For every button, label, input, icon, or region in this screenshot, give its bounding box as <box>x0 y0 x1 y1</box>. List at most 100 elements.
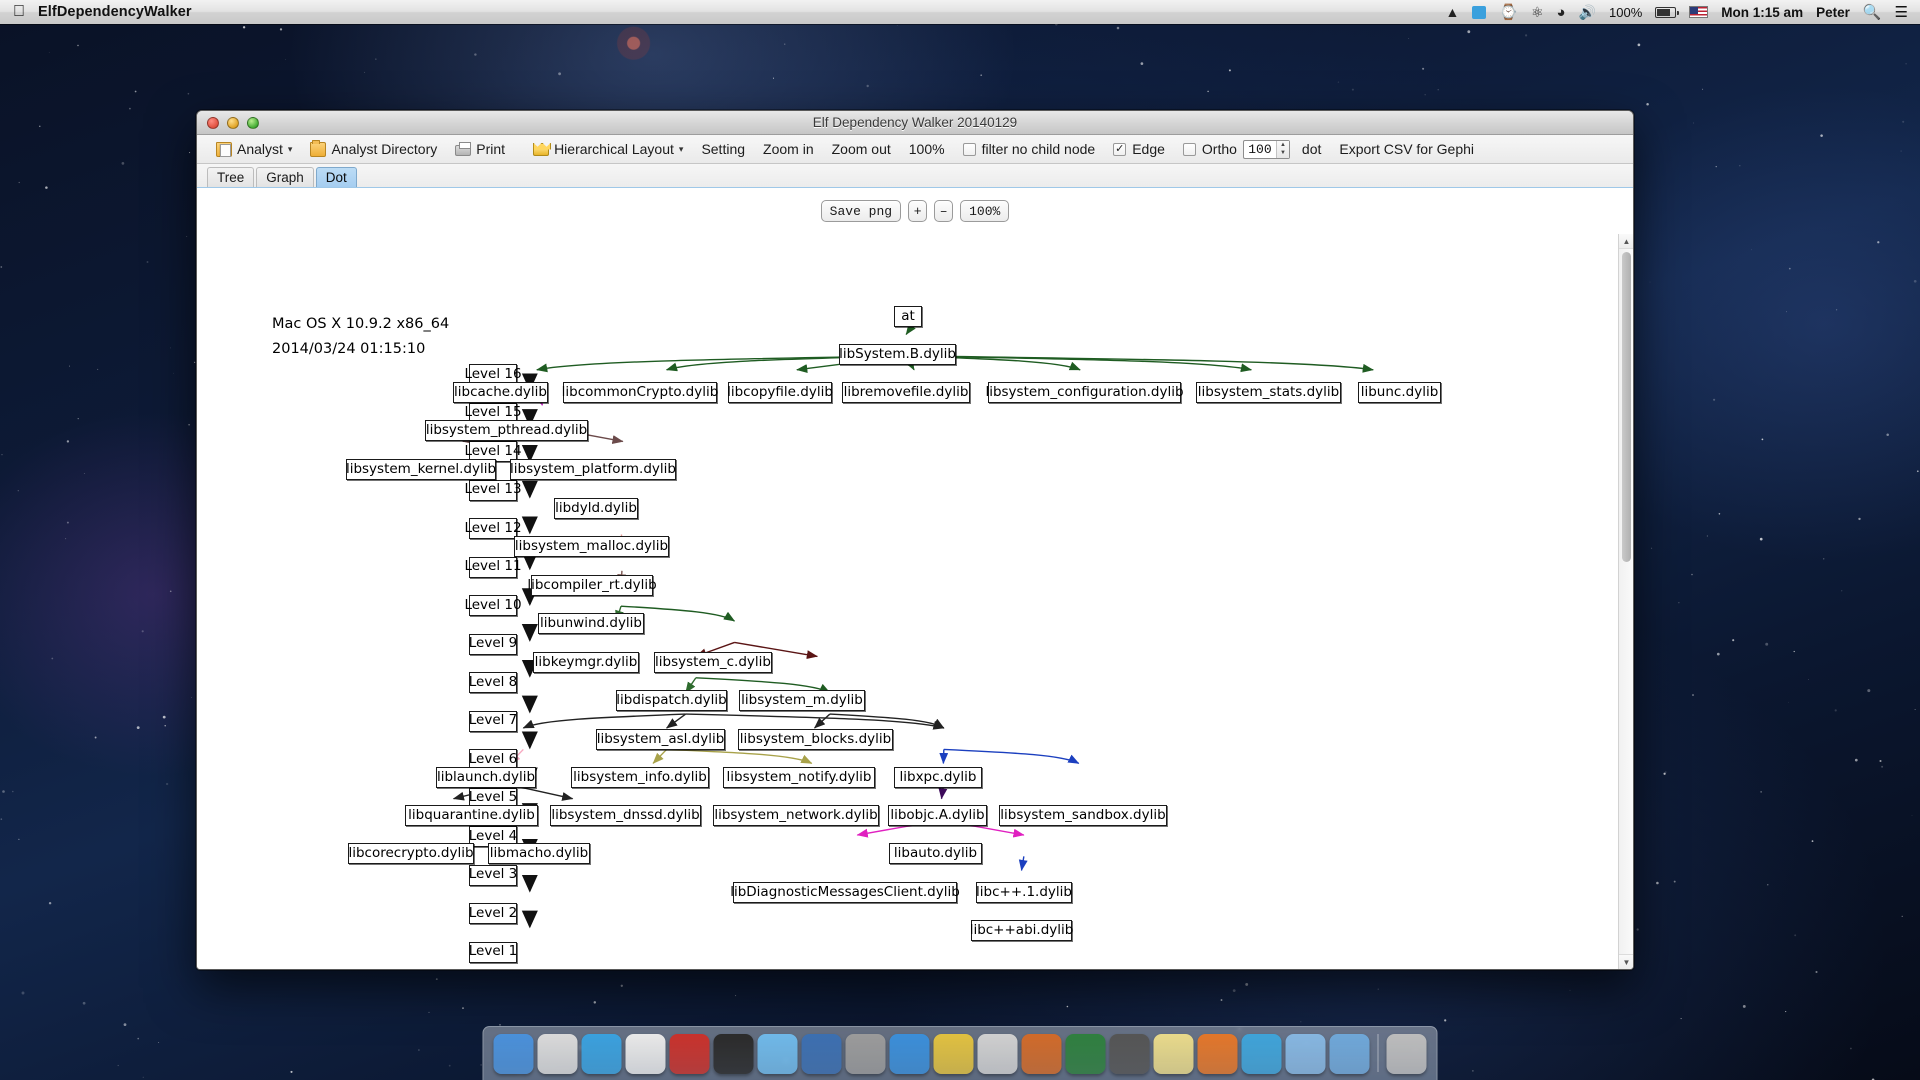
graph-node[interactable]: libc++abi.dylib <box>970 920 1073 941</box>
volume-icon[interactable]: 🔊 <box>1579 5 1596 19</box>
scrollbar-thumb[interactable] <box>1622 252 1631 562</box>
fz-icon[interactable] <box>669 1034 710 1074</box>
mail-icon[interactable] <box>757 1034 798 1074</box>
graph-node[interactable]: libsystem_configuration.dylib <box>985 382 1184 403</box>
messages-icon[interactable] <box>1472 5 1487 19</box>
analyst-directory-button[interactable]: Analyst Directory <box>301 135 446 164</box>
graph-node[interactable]: libcache.dylib <box>453 382 548 403</box>
preferences-icon[interactable] <box>845 1034 886 1074</box>
apple-menu-icon[interactable]:  <box>0 4 38 20</box>
graph-node[interactable]: libcommonCrypto.dylib <box>562 382 718 403</box>
battery-percent-label[interactable]: 100% <box>1609 6 1642 19</box>
ortho-value-input[interactable] <box>1243 140 1276 158</box>
graph-node[interactable]: libunwind.dylib <box>538 613 644 634</box>
screenshot-icon[interactable] <box>1109 1034 1150 1074</box>
graph-node[interactable]: libsystem_platform.dylib <box>510 459 676 480</box>
level-node[interactable]: Level 11 <box>464 556 522 578</box>
wifi-icon[interactable]: ◕ <box>1557 5 1566 20</box>
graph-node[interactable]: libsystem_pthread.dylib <box>425 420 588 441</box>
level-node[interactable]: Level 2 <box>469 903 517 924</box>
graph-node[interactable]: libxpc.dylib <box>894 767 982 788</box>
graph-node[interactable]: libsystem_c.dylib <box>654 652 772 673</box>
zoom-out-button[interactable]: Zoom out <box>823 141 900 157</box>
graph-node[interactable]: libunc.dylib <box>1358 382 1441 403</box>
level-node[interactable]: Level 3 <box>469 864 517 886</box>
graph-node[interactable]: libsystem_stats.dylib <box>1196 382 1341 403</box>
preview-icon[interactable] <box>1285 1034 1326 1074</box>
graph-node[interactable]: libsystem_m.dylib <box>739 690 865 711</box>
notification-center-icon[interactable]: ☰ <box>1895 5 1908 20</box>
documents-folder-icon[interactable] <box>1329 1034 1370 1074</box>
graph-node[interactable]: libsystem_blocks.dylib <box>738 729 893 750</box>
graph-node[interactable]: libsystem_malloc.dylib <box>514 536 669 557</box>
graph-node[interactable]: libremovefile.dylib <box>842 382 970 403</box>
vertical-scrollbar[interactable]: ▲ ▼ <box>1618 234 1633 969</box>
qq-penguin-icon[interactable]: ▲ <box>1445 5 1459 19</box>
graph-node[interactable]: libauto.dylib <box>889 843 982 864</box>
tab-dot[interactable]: Dot <box>315 167 357 187</box>
xcode-icon[interactable] <box>801 1034 842 1074</box>
print-button[interactable]: Print <box>446 135 514 164</box>
graph-node[interactable]: libmacho.dylib <box>488 843 590 864</box>
graph-node[interactable]: libsystem_dnssd.dylib <box>550 805 701 826</box>
graph-node[interactable]: libcopyfile.dylib <box>727 382 833 403</box>
scroll-down-icon[interactable]: ▼ <box>1619 954 1633 969</box>
stepper-arrows[interactable]: ▲ ▼ <box>1275 140 1289 158</box>
menubar-user[interactable]: Peter <box>1816 5 1850 20</box>
scroll-up-icon[interactable]: ▲ <box>1619 234 1633 249</box>
graph-node[interactable]: libsystem_asl.dylib <box>596 729 725 750</box>
graph-canvas[interactable]: Mac OS X 10.9.2 x86_64 2014/03/24 01:15:… <box>197 234 1633 969</box>
appstore-icon[interactable] <box>889 1034 930 1074</box>
battery-icon[interactable] <box>1655 6 1680 18</box>
graph-node[interactable]: libsystem_network.dylib <box>713 805 879 826</box>
menubar-clock[interactable]: Mon 1:15 am <box>1721 5 1803 20</box>
trash-icon[interactable] <box>1386 1034 1427 1074</box>
graph-node[interactable]: libsystem_notify.dylib <box>723 767 875 788</box>
music-icon[interactable] <box>1021 1034 1062 1074</box>
graph-node[interactable]: libdispatch.dylib <box>616 690 727 711</box>
graph-node[interactable]: libkeymgr.dylib <box>533 652 639 673</box>
edge-checkbox[interactable]: ✓ Edge <box>1104 135 1174 164</box>
zoom-decrease-button[interactable]: – <box>934 200 954 222</box>
graph-node[interactable]: libcorecrypto.dylib <box>348 843 474 864</box>
tab-graph[interactable]: Graph <box>256 167 314 187</box>
us-flag-icon[interactable] <box>1689 6 1709 18</box>
calculator-icon[interactable] <box>977 1034 1018 1074</box>
vlc-icon[interactable] <box>1197 1034 1238 1074</box>
ortho-checkbox[interactable]: Ortho <box>1174 135 1240 164</box>
sync-icon[interactable] <box>1241 1034 1282 1074</box>
graph-node[interactable]: libdyld.dylib <box>554 498 638 519</box>
menubar-app-name[interactable]: ElfDependencyWalker <box>38 4 192 20</box>
layout-button[interactable]: Hierarchical Layout ▾ <box>524 135 692 164</box>
terminal-icon[interactable] <box>713 1034 754 1074</box>
stepper-down-icon[interactable]: ▼ <box>1277 149 1289 158</box>
level-node[interactable]: Level 13 <box>464 479 522 501</box>
analyst-button[interactable]: Analyst ▾ <box>207 135 301 164</box>
save-png-button[interactable]: Save png <box>820 200 902 222</box>
tab-tree[interactable]: Tree <box>207 167 255 187</box>
graph-node[interactable]: liblaunch.dylib <box>436 767 536 788</box>
graph-node[interactable]: libobjc.A.dylib <box>888 805 987 826</box>
level-node[interactable]: Level 10 <box>464 595 522 616</box>
level-node[interactable]: Level 7 <box>469 710 517 732</box>
stepper-up-icon[interactable]: ▲ <box>1277 141 1289 150</box>
graph-node[interactable]: libsystem_kernel.dylib <box>346 459 496 480</box>
export-csv-button[interactable]: Export CSV for Gephi <box>1330 141 1483 157</box>
window-titlebar[interactable]: Elf Dependency Walker 20140129 <box>197 111 1633 135</box>
filter-no-child-node-checkbox[interactable]: filter no child node <box>954 135 1105 164</box>
search-icon[interactable]: 🔍 <box>1863 5 1882 20</box>
graph-node[interactable]: libc++.1.dylib <box>976 882 1072 903</box>
zoom-increase-button[interactable]: + <box>908 200 928 222</box>
graph-node[interactable]: libsystem_info.dylib <box>571 767 709 788</box>
time-machine-icon[interactable]: ⌚ <box>1499 5 1518 20</box>
zoom-in-button[interactable]: Zoom in <box>754 141 823 157</box>
graph-node[interactable]: libcompiler_rt.dylib <box>527 575 657 596</box>
safari-icon[interactable] <box>581 1034 622 1074</box>
graph-node[interactable]: libDiagnosticMessagesClient.dylib <box>730 882 960 903</box>
graph-node[interactable]: at <box>894 306 922 327</box>
finder-icon[interactable] <box>493 1034 534 1074</box>
graph-node[interactable]: libSystem.B.dylib <box>839 344 956 365</box>
zoom-percent-button[interactable]: 100% <box>960 200 1010 222</box>
download-icon[interactable] <box>1065 1034 1106 1074</box>
level-node[interactable]: Level 9 <box>469 633 517 655</box>
